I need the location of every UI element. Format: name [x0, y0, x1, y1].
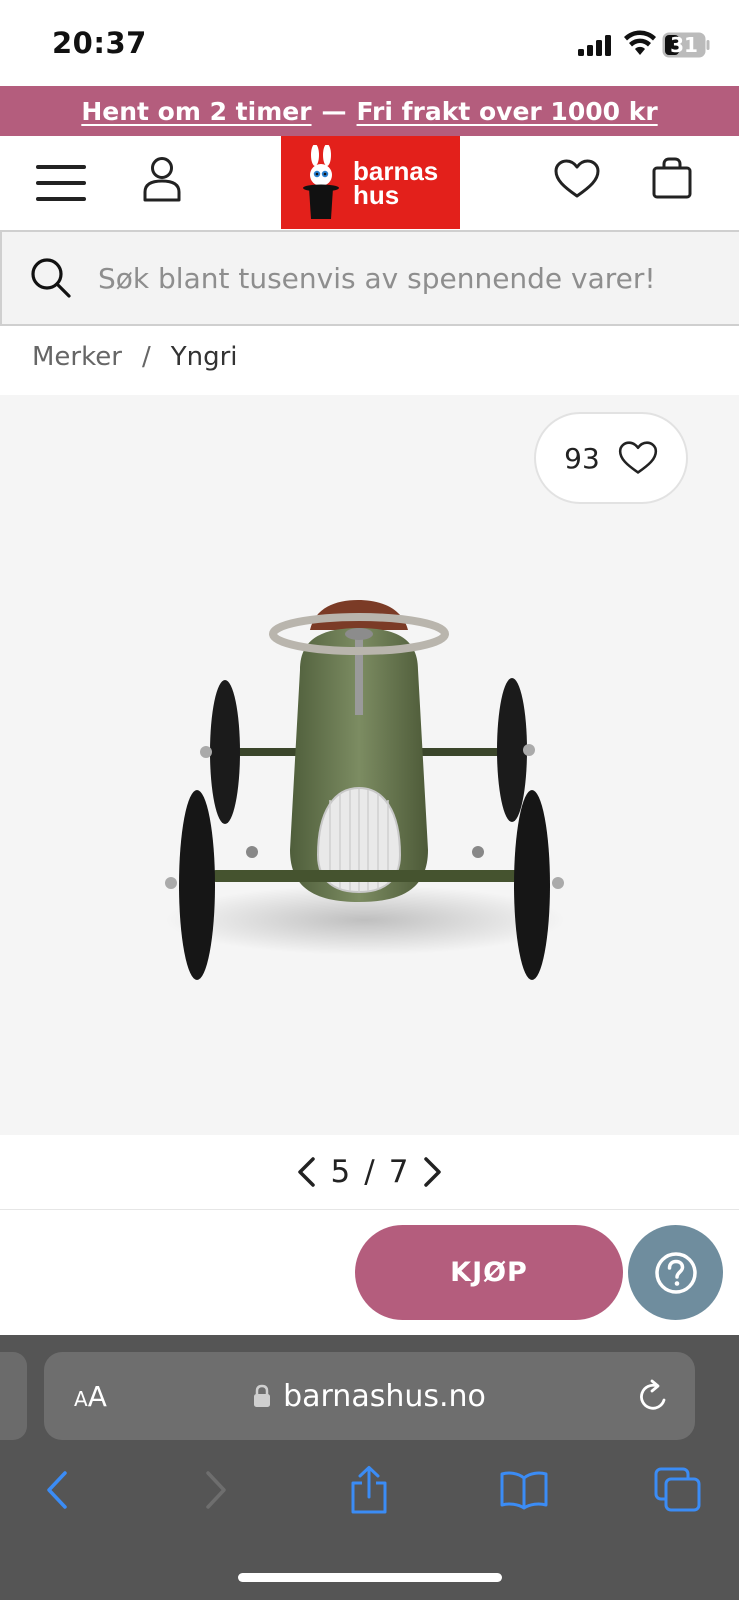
- divider: [0, 1209, 739, 1210]
- user-icon: [143, 157, 181, 202]
- pager-total: 7: [388, 1154, 409, 1190]
- promo-banner: Hent om 2 timer — Fri frakt over 1000 kr: [0, 86, 739, 136]
- url-text: barnashus.no: [283, 1378, 486, 1414]
- wifi-icon: [624, 30, 656, 60]
- cart-button[interactable]: [650, 155, 694, 201]
- barnashus-logo[interactable]: barnas hus: [281, 136, 460, 229]
- reload-icon[interactable]: [637, 1378, 671, 1414]
- heart-outline-icon: [618, 441, 657, 474]
- account-button[interactable]: [140, 154, 184, 204]
- tabs-button[interactable]: [648, 1460, 708, 1520]
- bookmarks-button[interactable]: [494, 1460, 554, 1520]
- menu-button[interactable]: [34, 160, 88, 206]
- product-image-green-ride-on-car: [165, 600, 565, 980]
- book-icon: [500, 1471, 548, 1510]
- breadcrumb: Merker / Yngri: [32, 342, 237, 372]
- image-pager: 5 / 7: [0, 1135, 739, 1209]
- status-time: 20:37: [52, 26, 147, 60]
- pager-separator: /: [364, 1154, 375, 1190]
- signal-icon: [578, 34, 614, 60]
- breadcrumb-current: Yngri: [170, 342, 238, 372]
- pager-current: 5: [330, 1154, 351, 1190]
- pickup-link[interactable]: Hent om 2 timer: [81, 97, 311, 126]
- lock-icon: [254, 1384, 271, 1407]
- question-mark-icon: [654, 1251, 697, 1294]
- favorite-count: 93: [564, 441, 600, 475]
- share-button[interactable]: [339, 1460, 399, 1520]
- logo-line-1: barnas: [353, 155, 439, 186]
- forward-button[interactable]: [186, 1460, 246, 1520]
- reader-aa-button[interactable]: AA: [74, 1380, 107, 1413]
- heart-icon: [554, 159, 600, 198]
- address-bar[interactable]: AA barnashus.no: [44, 1352, 695, 1440]
- previous-tab-edge[interactable]: [0, 1352, 27, 1440]
- bag-icon: [652, 157, 692, 199]
- tabs-icon: [654, 1467, 701, 1512]
- back-chevron-icon: [47, 1471, 67, 1509]
- back-button[interactable]: [27, 1460, 87, 1520]
- wishlist-button[interactable]: [553, 156, 601, 202]
- rabbit-hat-logo-icon: [303, 144, 339, 219]
- help-button[interactable]: [628, 1225, 723, 1320]
- logo-line-2: hus: [353, 179, 400, 210]
- share-icon: [351, 1466, 387, 1514]
- search-bar: [0, 230, 739, 326]
- breadcrumb-merker-link[interactable]: Merker: [32, 342, 122, 372]
- promo-separator: —: [321, 96, 347, 126]
- battery-level: 31: [670, 33, 698, 57]
- buy-button[interactable]: KJØP: [355, 1225, 623, 1320]
- chevron-right-icon[interactable]: [422, 1156, 444, 1188]
- search-input[interactable]: [96, 260, 710, 296]
- browser-toolbar: [0, 1460, 739, 1520]
- forward-chevron-icon: [206, 1471, 226, 1509]
- search-icon[interactable]: [30, 257, 72, 299]
- chevron-left-icon[interactable]: [295, 1156, 317, 1188]
- home-indicator: [238, 1573, 502, 1582]
- favorite-button[interactable]: 93: [534, 412, 688, 504]
- free-shipping-link[interactable]: Fri frakt over 1000 kr: [357, 97, 658, 126]
- breadcrumb-separator: /: [141, 342, 151, 372]
- menu-icon: [36, 165, 86, 201]
